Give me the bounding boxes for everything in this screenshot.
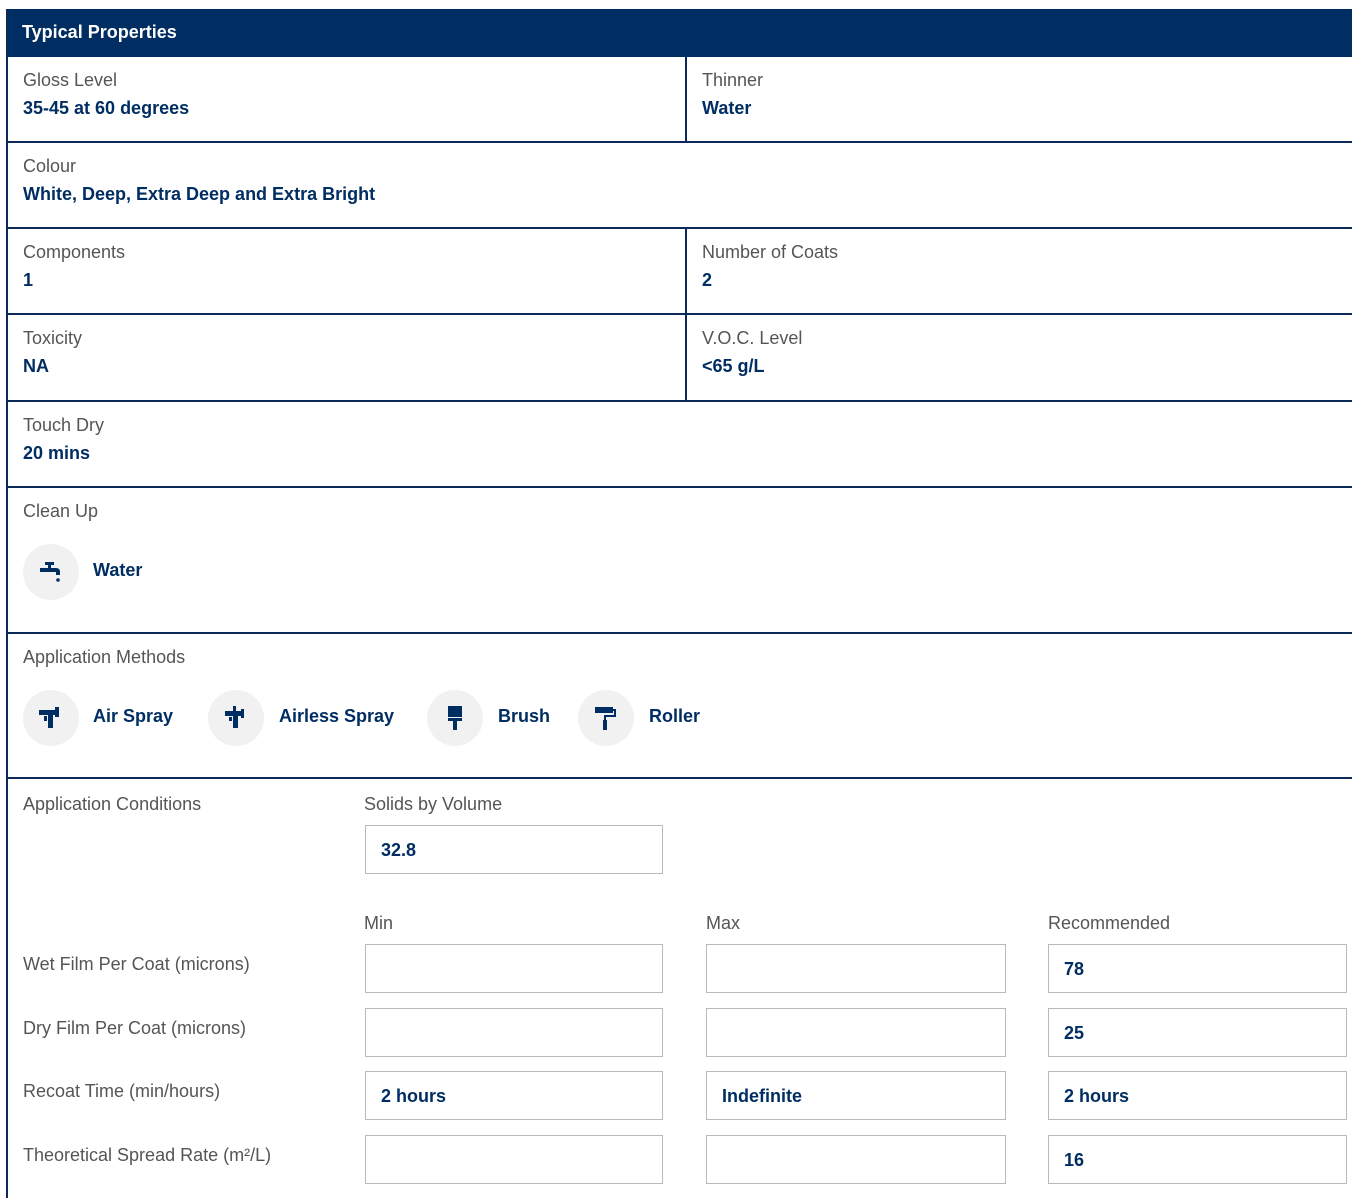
recoat-time-label: Recoat Time (min/hours) bbox=[23, 1081, 221, 1101]
clean-up-label: Clean Up bbox=[23, 501, 99, 521]
panel-header: Typical Properties bbox=[8, 9, 1352, 57]
tap-icon bbox=[23, 544, 79, 600]
thinner-value: Water bbox=[702, 98, 752, 118]
row-toxicity-voc: Toxicity NA V.O.C. Level <65 g/L bbox=[8, 315, 1352, 402]
wet-film-label: Wet Film Per Coat (microns) bbox=[23, 954, 250, 974]
thinner-label: Thinner bbox=[702, 70, 764, 90]
gloss-level-cell: Gloss Level 35-45 at 60 degrees bbox=[8, 57, 685, 141]
recoat-time-recommended-field[interactable]: 2 hours bbox=[1048, 1071, 1347, 1120]
coats-value: 2 bbox=[702, 270, 713, 290]
air-spray-label: Air Spray bbox=[93, 706, 174, 726]
dry-film-max-field[interactable] bbox=[706, 1008, 1006, 1057]
components-value: 1 bbox=[23, 270, 34, 290]
recoat-time-max-field[interactable]: Indefinite bbox=[706, 1071, 1006, 1120]
column-header-recommended: Recommended bbox=[1048, 913, 1171, 933]
application-methods-label: Application Methods bbox=[23, 647, 186, 667]
spread-rate-max-field[interactable] bbox=[706, 1135, 1006, 1184]
spread-rate-label: Theoretical Spread Rate (m²/L) bbox=[23, 1145, 272, 1165]
voc-label: V.O.C. Level bbox=[702, 328, 803, 348]
application-conditions-label: Application Conditions bbox=[23, 794, 202, 814]
column-header-max: Max bbox=[706, 913, 741, 933]
row-touch-dry: Touch Dry 20 mins bbox=[8, 402, 1352, 488]
gloss-level-value: 35-45 at 60 degrees bbox=[23, 98, 190, 118]
touch-dry-label: Touch Dry bbox=[23, 415, 105, 435]
application-conditions-section: Application Conditions Solids by Volume … bbox=[8, 779, 1352, 1198]
toxicity-cell: Toxicity NA bbox=[8, 315, 685, 400]
colour-value: White, Deep, Extra Deep and Extra Bright bbox=[23, 184, 376, 204]
components-label: Components bbox=[23, 242, 126, 262]
column-header-min: Min bbox=[364, 913, 394, 933]
airless-spray-label: Airless Spray bbox=[279, 706, 395, 726]
roller-icon bbox=[578, 690, 634, 746]
typical-properties-panel: Typical Properties Gloss Level 35-45 at … bbox=[6, 9, 1352, 1198]
panel-title: Typical Properties bbox=[22, 22, 177, 42]
solids-by-volume-field[interactable]: 32.8 bbox=[365, 825, 663, 874]
recoat-time-max-value: Indefinite bbox=[722, 1086, 802, 1106]
dry-film-min-field[interactable] bbox=[365, 1008, 663, 1057]
dry-film-recommended-field[interactable]: 25 bbox=[1048, 1008, 1347, 1057]
toxicity-label: Toxicity bbox=[23, 328, 83, 348]
voc-value: <65 g/L bbox=[702, 356, 765, 376]
roller-label: Roller bbox=[649, 706, 701, 726]
coats-cell: Number of Coats 2 bbox=[687, 229, 1352, 313]
recoat-time-min-field[interactable]: 2 hours bbox=[365, 1071, 663, 1120]
clean-up-water-label: Water bbox=[93, 560, 143, 580]
solids-by-volume-value: 32.8 bbox=[381, 840, 417, 860]
row-colour: Colour White, Deep, Extra Deep and Extra… bbox=[8, 143, 1352, 229]
recoat-time-min-value: 2 hours bbox=[381, 1086, 447, 1106]
row-application-methods: Application Methods Air Spray Airless Sp… bbox=[8, 634, 1352, 779]
brush-label: Brush bbox=[498, 706, 551, 726]
solids-by-volume-label: Solids by Volume bbox=[364, 794, 503, 814]
recoat-time-recommended-value: 2 hours bbox=[1064, 1086, 1130, 1106]
spread-rate-min-field[interactable] bbox=[365, 1135, 663, 1184]
colour-label: Colour bbox=[23, 156, 77, 176]
wet-film-max-field[interactable] bbox=[706, 944, 1006, 993]
gloss-level-label: Gloss Level bbox=[23, 70, 118, 90]
row-clean-up: Clean Up Water bbox=[8, 488, 1352, 634]
voc-cell: V.O.C. Level <65 g/L bbox=[687, 315, 1352, 400]
wet-film-min-field[interactable] bbox=[365, 944, 663, 993]
components-cell: Components 1 bbox=[8, 229, 685, 313]
wet-film-recommended-field[interactable]: 78 bbox=[1048, 944, 1347, 993]
row-gloss-thinner: Gloss Level 35-45 at 60 degrees Thinner … bbox=[8, 57, 1352, 143]
thinner-cell: Thinner Water bbox=[687, 57, 1352, 141]
coats-label: Number of Coats bbox=[702, 242, 839, 262]
row-components-coats: Components 1 Number of Coats 2 bbox=[8, 229, 1352, 315]
brush-icon bbox=[427, 690, 483, 746]
spread-rate-recommended-value: 16 bbox=[1064, 1150, 1085, 1170]
dry-film-recommended-value: 25 bbox=[1064, 1023, 1085, 1043]
wet-film-recommended-value: 78 bbox=[1064, 959, 1085, 979]
airless-spray-icon bbox=[208, 690, 264, 746]
touch-dry-value: 20 mins bbox=[23, 443, 91, 463]
toxicity-value: NA bbox=[23, 356, 49, 376]
spread-rate-recommended-field[interactable]: 16 bbox=[1048, 1135, 1347, 1184]
dry-film-label: Dry Film Per Coat (microns) bbox=[23, 1018, 247, 1038]
air-spray-icon bbox=[23, 690, 79, 746]
